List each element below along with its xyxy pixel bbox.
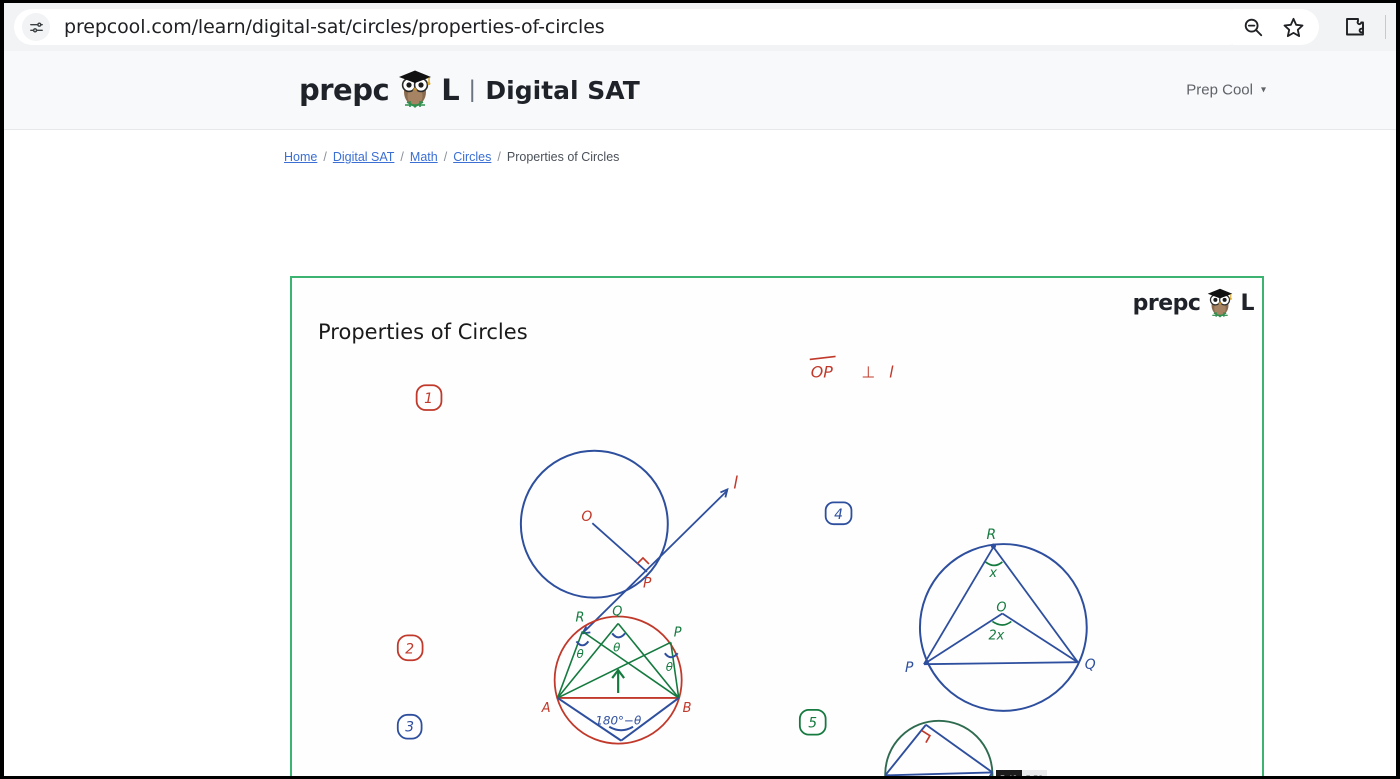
figure-marker-5: 5: [798, 708, 827, 736]
figure-marker-1: 1: [415, 384, 443, 411]
extensions-area: [1319, 9, 1396, 45]
page-viewport: prepc L | Digital SAT Prep Cool ▾ Home /…: [4, 51, 1396, 776]
svg-text:OP: OP: [811, 362, 833, 381]
url-text[interactable]: prepcool.com/learn/digital-sat/circles/p…: [64, 16, 605, 38]
puzzle-piece-icon[interactable]: [1335, 9, 1375, 45]
figure-1-tangent-circle: O P l: [519, 449, 738, 635]
svg-text:R: R: [575, 610, 584, 625]
svg-text:2x: 2x: [988, 628, 1004, 643]
svg-text:θ: θ: [666, 660, 674, 674]
svg-text:1: 1: [424, 391, 433, 407]
chevron-down-icon: ▾: [1260, 84, 1266, 96]
figure-marker-4: 4: [824, 501, 853, 526]
video-player[interactable]: Properties of Circles prepc L 1 O P l OP…: [290, 276, 1264, 776]
brand-prefix: prepc: [299, 73, 390, 107]
page-content: Home / Digital SAT / Math / Circles / Pr…: [4, 150, 1396, 776]
brand-suffix: L: [441, 73, 460, 107]
svg-text:P: P: [674, 625, 682, 640]
breadcrumb: Home / Digital SAT / Math / Circles / Pr…: [284, 150, 1396, 164]
svg-text:x: x: [988, 566, 997, 581]
browser-toolbar: prepcool.com/learn/digital-sat/circles/p…: [4, 3, 1396, 51]
svg-text:P: P: [643, 576, 652, 592]
svg-text:⊥: ⊥: [861, 362, 875, 381]
breadcrumb-separator: /: [443, 150, 448, 164]
figure-marker-2: 2: [396, 634, 424, 662]
breadcrumb-item-home[interactable]: Home: [284, 150, 317, 164]
screen-root: prepcool.com/learn/digital-sat/circles/p…: [0, 0, 1400, 779]
toolbar-actions: [1233, 9, 1319, 45]
figure-marker-3: 3: [396, 713, 423, 740]
site-header: prepc L | Digital SAT Prep Cool ▾: [4, 51, 1396, 130]
whiteboard: Properties of Circles prepc L 1 O P l OP…: [292, 278, 1262, 776]
svg-text:3: 3: [405, 720, 414, 736]
brand-subtitle: Digital SAT: [485, 75, 640, 105]
svg-text:l: l: [733, 472, 738, 492]
whiteboard-drawing: 1 O P l OP ⊥ l 4 R O P Q x 2x 2 3 R Q P …: [396, 355, 1096, 776]
figure-2-cyclic-angles: R Q P A B θ θ θ 180°−θ: [541, 605, 692, 745]
svg-text:180°−θ: 180°−θ: [595, 714, 642, 728]
svg-text:O: O: [581, 509, 592, 525]
star-icon[interactable]: [1273, 9, 1313, 45]
svg-text:B: B: [683, 701, 692, 716]
svg-text:A: A: [541, 701, 551, 716]
breadcrumb-item-current: Properties of Circles: [506, 150, 620, 164]
svg-text:R: R: [986, 527, 996, 543]
svg-text:l: l: [889, 362, 894, 381]
perpendicular-statement: OP ⊥ l: [809, 355, 894, 381]
svg-text:θ: θ: [576, 647, 584, 661]
breadcrumb-separator: /: [497, 150, 501, 164]
breadcrumb-item-circles[interactable]: Circles: [453, 150, 491, 164]
zoom-out-icon[interactable]: [1233, 9, 1273, 45]
svg-text:θ: θ: [613, 640, 621, 654]
breadcrumb-separator: /: [323, 150, 327, 164]
page-right-edge: [1396, 51, 1400, 776]
tune-icon[interactable]: [22, 13, 50, 41]
brand-logo[interactable]: prepc L | Digital SAT: [299, 70, 640, 108]
owl-mascot-icon: [389, 70, 441, 108]
svg-text:O: O: [996, 601, 1006, 616]
breadcrumb-item-digital-sat[interactable]: Digital SAT: [333, 150, 395, 164]
toolbar-divider: [1385, 15, 1386, 39]
omnibox[interactable]: prepcool.com/learn/digital-sat/circles/p…: [14, 9, 1247, 45]
svg-text:P: P: [905, 660, 914, 676]
breadcrumb-separator: /: [400, 150, 404, 164]
svg-text:4: 4: [834, 507, 843, 523]
user-menu-label: Prep Cool: [1186, 81, 1253, 99]
figure-4-inscribed-angle: R O P Q x 2x: [905, 527, 1096, 712]
svg-text:Q: Q: [612, 605, 622, 620]
svg-text:5: 5: [808, 716, 817, 732]
figure-5-thales: [884, 719, 994, 776]
user-menu-button[interactable]: Prep Cool ▾: [1186, 82, 1266, 99]
svg-text:2: 2: [405, 641, 414, 657]
brand-separator: |: [469, 76, 476, 103]
svg-text:Q: Q: [1085, 657, 1096, 673]
breadcrumb-item-math[interactable]: Math: [410, 150, 438, 164]
brand-word: prepc L: [299, 70, 460, 108]
